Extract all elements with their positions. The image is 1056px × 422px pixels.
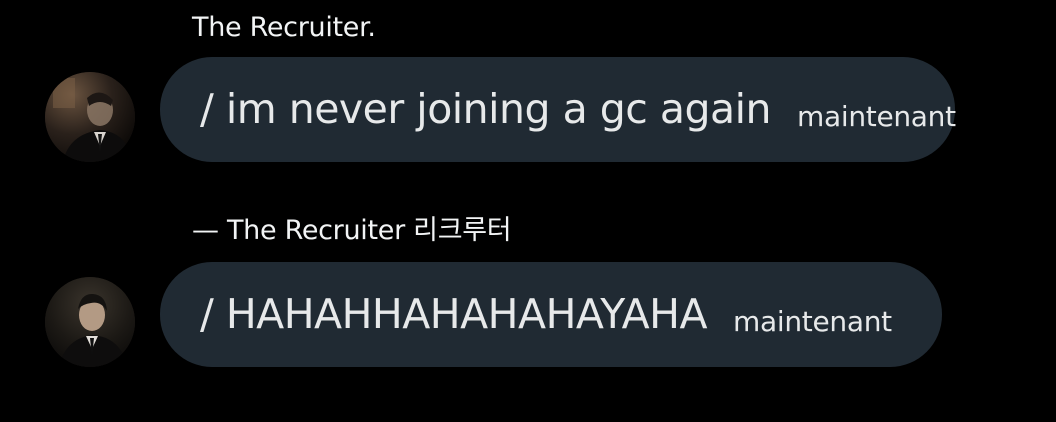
message-timestamp: maintenant xyxy=(733,304,892,338)
profile-photo-icon xyxy=(45,72,135,162)
message-text: / HAHAHHAHAHAHAYAHA xyxy=(200,290,708,338)
message-bubble[interactable]: / HAHAHHAHAHAHAYAHA maintenant xyxy=(160,262,942,367)
avatar[interactable] xyxy=(45,277,135,367)
message-bubble[interactable]: / im never joining a gc again maintenant xyxy=(160,57,956,162)
profile-photo-icon xyxy=(45,277,135,367)
message-text: / im never joining a gc again xyxy=(200,85,772,133)
sender-name[interactable]: The Recruiter. xyxy=(192,12,376,44)
avatar[interactable] xyxy=(45,72,135,162)
message-timestamp: maintenant xyxy=(797,99,956,133)
sender-name[interactable]: — The Recruiter 리크루터 xyxy=(192,215,512,247)
